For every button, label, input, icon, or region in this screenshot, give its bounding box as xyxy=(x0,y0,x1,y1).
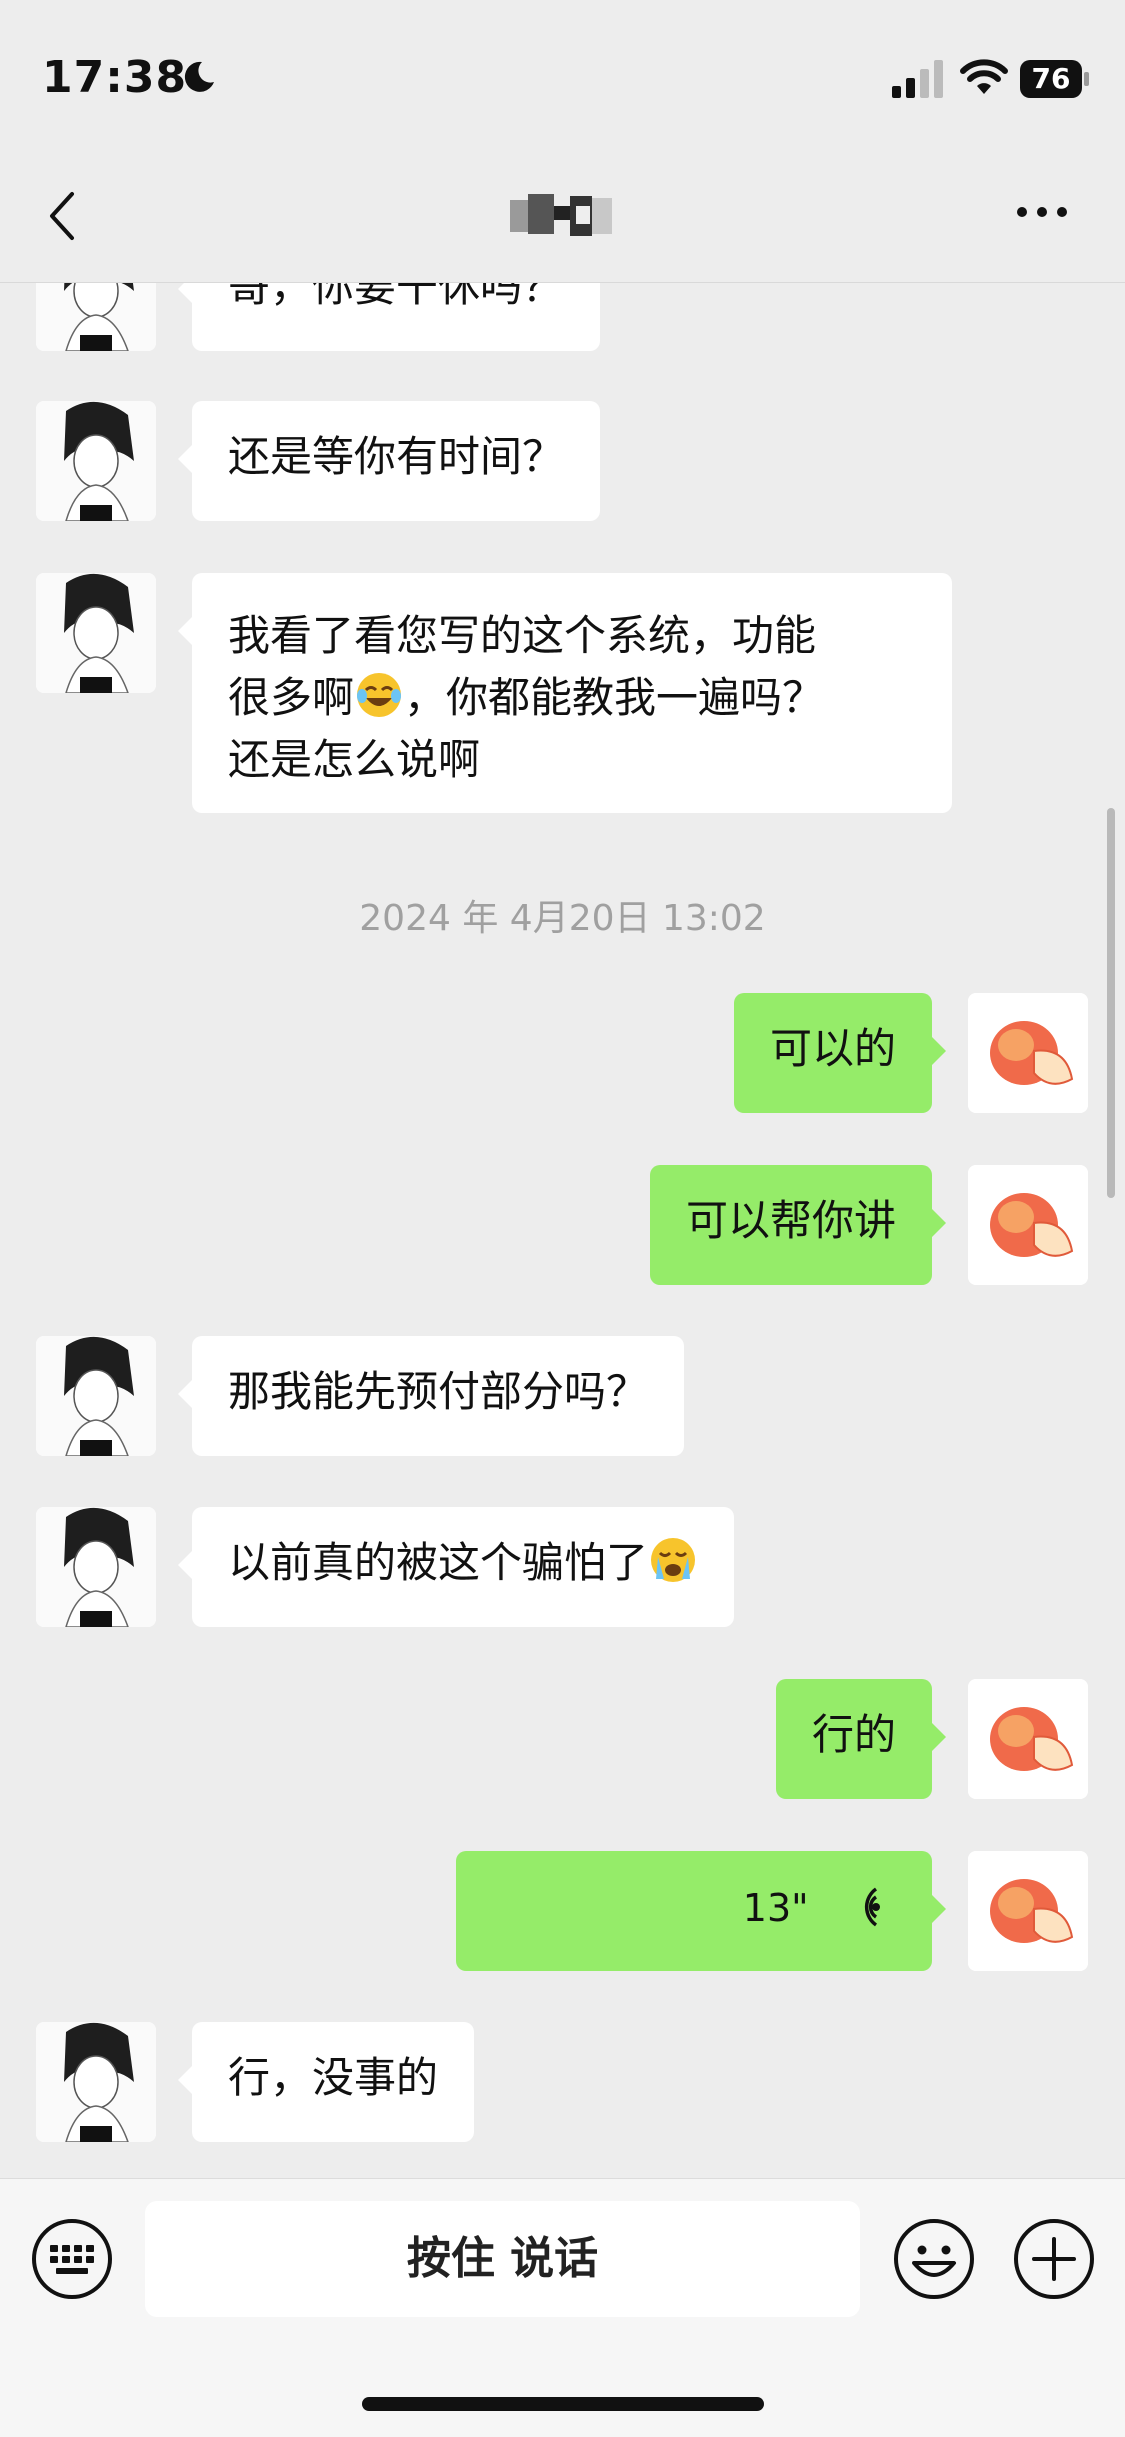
smiley-icon[interactable] xyxy=(892,2217,976,2301)
message-incoming: 以前真的被这个骗怕了 xyxy=(0,1507,1125,1627)
message-text-line: 我看了看您写的这个系统，功能 xyxy=(228,611,817,660)
status-bar: 17:38 76 xyxy=(0,0,1125,160)
anime-avatar-image xyxy=(36,283,156,351)
message-incoming: 哥，你要干休吗？ xyxy=(0,283,1125,353)
more-dots-icon[interactable] xyxy=(1014,202,1070,222)
anime-avatar-image xyxy=(36,1336,156,1456)
avatar[interactable] xyxy=(36,1507,156,1627)
message-bubble[interactable]: 可以的 xyxy=(733,993,947,1113)
message-incoming: 那我能先预付部分吗？ xyxy=(0,1336,1125,1456)
message-outgoing: 可以帮你讲 xyxy=(0,1165,1125,1285)
wifi-icon xyxy=(960,59,1008,94)
message-text-line-2: 很多啊 ，你都能教我一遍吗？ xyxy=(228,667,916,729)
message-text-fragment: 很多啊 xyxy=(228,673,355,722)
status-time: 17:38 xyxy=(42,52,188,103)
message-incoming: 我看了看您写的这个系统，功能 很多啊 ，你都能教我一遍吗？ 还是怎么说啊 xyxy=(0,573,1125,813)
message-text: 哥，你要干休吗？ xyxy=(228,283,565,311)
chat-title-obscured xyxy=(510,194,612,236)
anime-avatar-image xyxy=(36,1507,156,1627)
message-text: 可以帮你讲 xyxy=(685,1196,896,1245)
message-text: 行，没事的 xyxy=(228,2053,439,2102)
peach-avatar-image xyxy=(968,993,1088,1113)
moon-icon xyxy=(184,61,214,92)
crying-emoji-icon xyxy=(651,1538,696,1582)
avatar[interactable] xyxy=(36,283,156,351)
keyboard-icon[interactable] xyxy=(30,2217,114,2301)
laughing-tears-emoji-icon xyxy=(357,673,402,717)
voice-message-bubble[interactable]: 13" xyxy=(456,1851,946,1971)
message-bubble[interactable]: 可以帮你讲 xyxy=(649,1165,947,1285)
avatar[interactable] xyxy=(36,401,156,521)
avatar[interactable] xyxy=(968,1165,1088,1285)
avatar[interactable] xyxy=(36,2022,156,2142)
voice-wave-icon xyxy=(864,1887,880,1927)
message-text-line: 还是怎么说啊 xyxy=(228,735,481,784)
signal-icon xyxy=(892,60,943,98)
hold-to-talk-button[interactable]: 按住 说话 xyxy=(145,2201,860,2317)
avatar[interactable] xyxy=(968,993,1088,1113)
battery-percent: 76 xyxy=(1031,62,1071,95)
scrollbar[interactable] xyxy=(1107,808,1115,1198)
message-bubble[interactable]: 那我能先预付部分吗？ xyxy=(177,1336,685,1456)
avatar[interactable] xyxy=(36,573,156,693)
message-bubble[interactable]: 行的 xyxy=(775,1679,947,1799)
voice-duration: 13" xyxy=(742,1886,809,1930)
timestamp: 2024 年 4月20日 13:02 xyxy=(359,898,766,939)
peach-avatar-image xyxy=(968,1165,1088,1285)
input-bar: 按住 说话 xyxy=(0,2178,1125,2437)
message-text: 可以的 xyxy=(769,1024,896,1073)
message-bubble[interactable]: 我看了看您写的这个系统，功能 很多啊 ，你都能教我一遍吗？ 还是怎么说啊 xyxy=(178,573,952,813)
message-text: 行的 xyxy=(811,1710,896,1759)
avatar[interactable] xyxy=(968,1679,1088,1799)
message-text: 还是等你有时间？ xyxy=(228,432,565,481)
chat-area[interactable]: 哥，你要干休吗？ 还是等你有时间？ 我看了看您写的这个系统，功能 很多啊 ，你都… xyxy=(0,283,1125,2178)
anime-avatar-image xyxy=(36,573,156,693)
plus-icon[interactable] xyxy=(1012,2217,1096,2301)
peach-avatar-image xyxy=(968,1679,1088,1799)
home-indicator[interactable] xyxy=(362,2397,764,2411)
chevron-left-icon[interactable] xyxy=(42,186,82,246)
peach-avatar-image xyxy=(968,1851,1088,1971)
message-bubble[interactable]: 以前真的被这个骗怕了 xyxy=(177,1507,735,1627)
message-bubble[interactable]: 行，没事的 xyxy=(177,2022,475,2142)
avatar[interactable] xyxy=(968,1851,1088,1971)
anime-avatar-image xyxy=(36,2022,156,2142)
message-incoming: 还是等你有时间？ xyxy=(0,401,1125,521)
message-incoming: 行，没事的 xyxy=(0,2022,1125,2142)
battery-indicator: 76 xyxy=(1020,60,1090,98)
avatar[interactable] xyxy=(36,1336,156,1456)
message-text: 那我能先预付部分吗？ xyxy=(228,1367,649,1416)
message-outgoing-voice: 13" xyxy=(0,1851,1125,1971)
message-text: 以前真的被这个骗怕了 xyxy=(228,1538,649,1587)
message-bubble[interactable]: 还是等你有时间？ xyxy=(177,401,601,521)
anime-avatar-image xyxy=(36,401,156,521)
message-bubble[interactable]: 哥，你要干休吗？ xyxy=(177,283,601,351)
nav-bar xyxy=(0,160,1125,283)
message-outgoing: 可以的 xyxy=(0,993,1125,1113)
message-text-fragment: ，你都能教我一遍吗？ xyxy=(404,673,825,722)
message-outgoing: 行的 xyxy=(0,1679,1125,1799)
